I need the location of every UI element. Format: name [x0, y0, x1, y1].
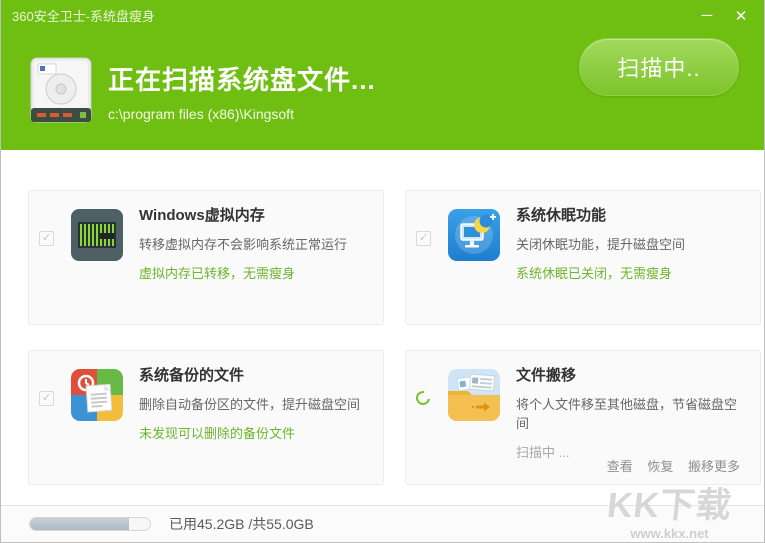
- panel-status: 系统休眠已关闭，无需瘦身: [516, 266, 673, 281]
- panel-title: Windows虚拟内存: [139, 207, 265, 224]
- panel-description: 删除自动备份区的文件，提升磁盘空间: [139, 397, 361, 412]
- file-move-links: 查看 恢复 搬移更多: [596, 456, 740, 475]
- panel-title: 系统备份的文件: [139, 367, 245, 384]
- header: 正在扫描系统盘文件... c:\program files (x86)\King…: [1, 31, 764, 150]
- panel-file-move: 文件搬移 将个人文件移至其他磁盘，节省磁盘空间 扫描中 ... 查看 恢复 搬移…: [405, 350, 761, 485]
- close-icon: ✕: [734, 7, 748, 25]
- panel-virtual-memory: ✓ Windows虚拟内存 转移虚拟内存不会影响系统正常运行 虚拟内存已转移，无…: [28, 190, 384, 325]
- panel-description: 关闭休眠功能，提升磁盘空间: [516, 237, 686, 252]
- virtual-memory-checkbox[interactable]: ✓: [39, 231, 54, 246]
- minimize-button[interactable]: ─: [690, 0, 724, 31]
- close-button[interactable]: ✕: [724, 0, 758, 31]
- restore-link[interactable]: 恢复: [647, 459, 673, 474]
- footer: 已用45.2GB /共55.0GB: [1, 505, 764, 542]
- scan-current-path: c:\program files (x86)\Kingsoft: [108, 105, 294, 122]
- titlebar: 360安全卫士-系统盘瘦身 ─ ✕: [1, 0, 764, 31]
- panel-backup-files: ✓ 系统备份的文件 删除自动备份区的文件，提升磁盘空间 未发现可以删除的备份文件: [28, 350, 384, 485]
- window-title: 360安全卫士-系统盘瘦身: [12, 9, 156, 24]
- scanning-spinner-icon: [413, 388, 433, 408]
- panel-description: 将个人文件移至其他磁盘，节省磁盘空间: [516, 397, 738, 431]
- disk-usage-text: 已用45.2GB /共55.0GB: [169, 516, 314, 532]
- scan-button[interactable]: 扫描中..: [579, 38, 739, 96]
- disk-progress-fill: [30, 518, 129, 530]
- minimize-icon: ─: [701, 7, 713, 24]
- panel-description: 转移虚拟内存不会影响系统正常运行: [139, 237, 348, 252]
- panel-title: 系统休眠功能: [516, 207, 607, 224]
- panel-title: 文件搬移: [516, 367, 577, 384]
- scan-status-title: 正在扫描系统盘文件...: [108, 64, 376, 95]
- hibernate-icon: [448, 209, 500, 261]
- hibernate-checkbox[interactable]: ✓: [416, 231, 431, 246]
- hard-disk-icon: [30, 56, 94, 126]
- panel-hibernate: ✓ 系统休眠功能 关闭休眠功能，提升磁盘空间 系统休眠已关闭，无需瘦身: [405, 190, 761, 325]
- memory-icon: [71, 209, 123, 261]
- window-controls: ─ ✕: [690, 0, 758, 31]
- panel-status: 未发现可以删除的备份文件: [139, 426, 296, 441]
- move-more-link[interactable]: 搬移更多: [688, 459, 740, 474]
- header-text: 正在扫描系统盘文件... c:\program files (x86)\King…: [108, 60, 376, 122]
- backup-files-checkbox[interactable]: ✓: [39, 391, 54, 406]
- main-content: ✓ Windows虚拟内存 转移虚拟内存不会影响系统正常运行 虚拟内存已转移，无…: [1, 150, 764, 506]
- app-window: 360安全卫士-系统盘瘦身 ─ ✕ 正在扫描系统盘文件... c:\progra…: [0, 0, 765, 543]
- folder-move-icon: [448, 369, 500, 421]
- view-link[interactable]: 查看: [607, 459, 633, 474]
- disk-usage-bar: [29, 517, 151, 531]
- backup-icon: [71, 369, 123, 421]
- panel-status: 虚拟内存已转移，无需瘦身: [139, 266, 296, 281]
